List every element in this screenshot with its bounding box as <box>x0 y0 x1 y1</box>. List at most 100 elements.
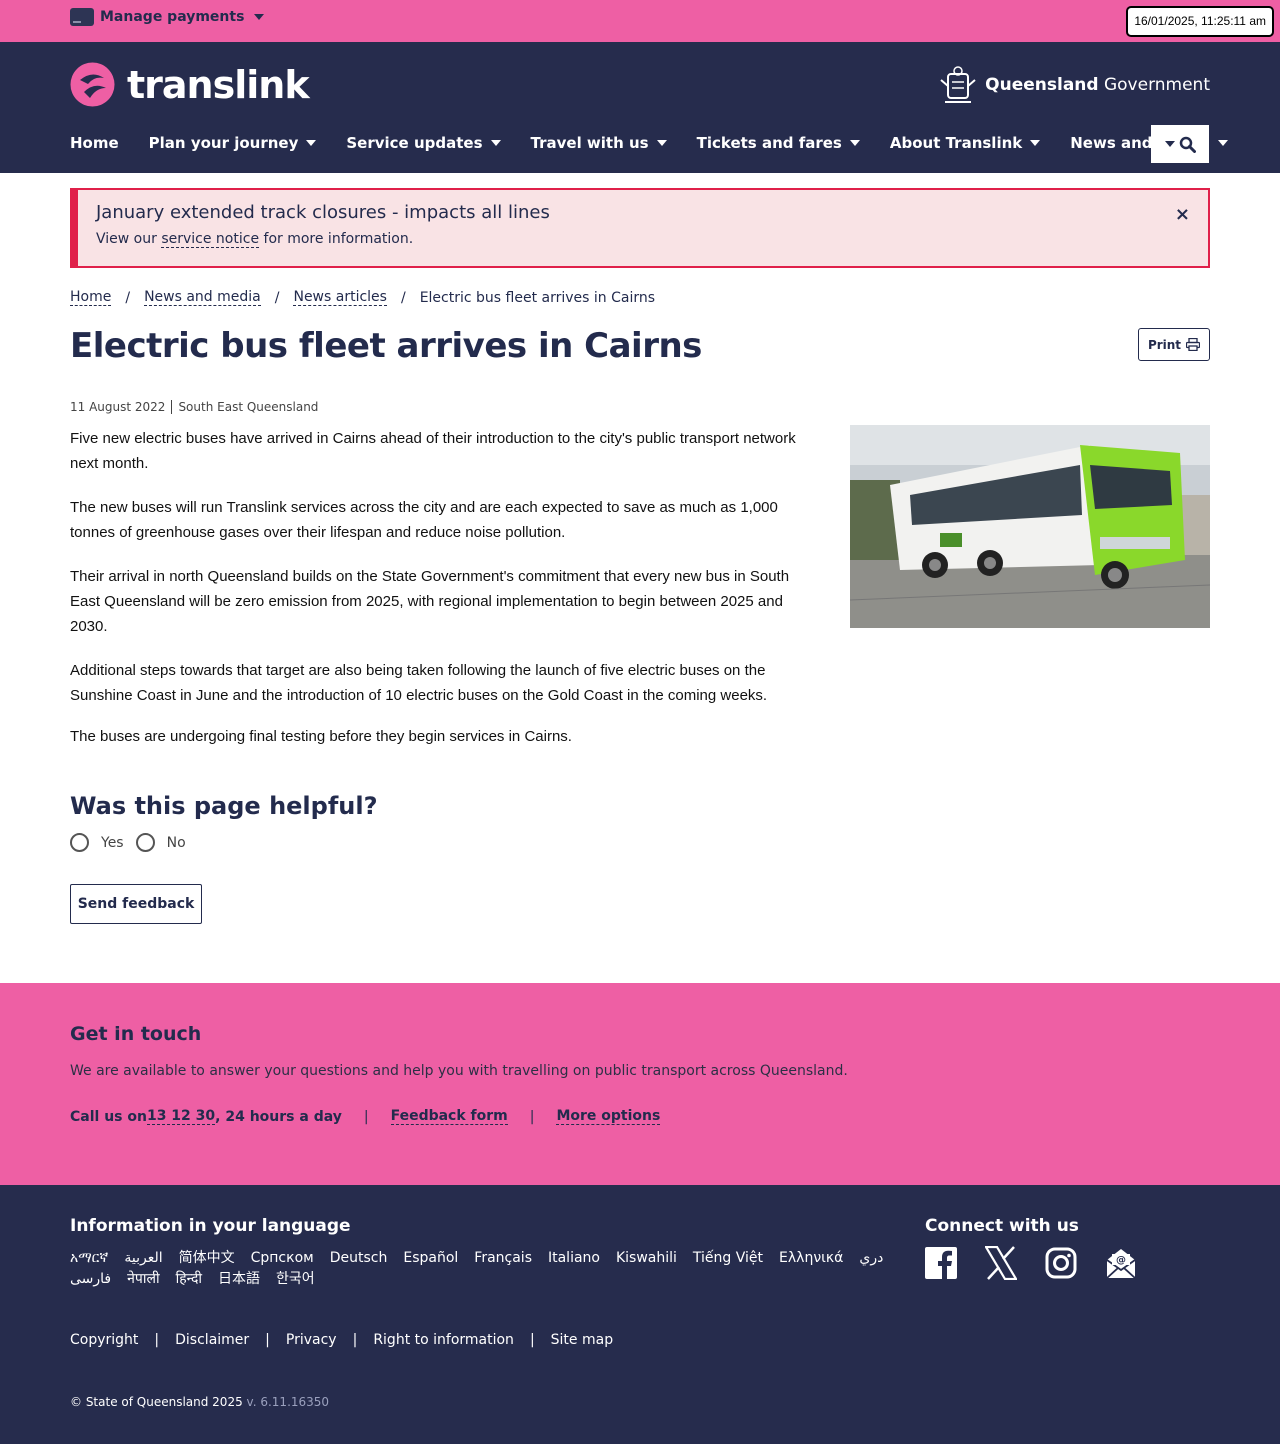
language-link[interactable]: العربية <box>124 1248 162 1269</box>
alert-body-text: View our <box>96 231 162 247</box>
disclaimer-link[interactable]: Disclaimer <box>175 1332 249 1348</box>
manage-payments-label: Manage payments <box>100 9 245 25</box>
call-text: Call us on <box>70 1108 147 1125</box>
breadcrumb-current: Electric bus fleet arrives in Cairns <box>419 289 656 306</box>
language-link[interactable]: हिन्दी <box>176 1269 202 1290</box>
copyright-text: © State of Queensland 2025 <box>70 1395 243 1409</box>
no-radio[interactable] <box>135 833 155 852</box>
instagram-icon[interactable] <box>1045 1246 1077 1280</box>
yes-radio[interactable] <box>70 833 89 852</box>
right-to-information-link[interactable]: Right to information <box>373 1332 514 1348</box>
nav-label: Service updates <box>346 134 483 152</box>
send-feedback-button[interactable]: Send feedback <box>70 884 202 924</box>
facebook-icon[interactable] <box>925 1246 957 1280</box>
language-link[interactable]: አማርኛ <box>70 1248 108 1269</box>
language-link[interactable]: नेपाली <box>127 1269 159 1290</box>
datetime-display: 16/01/2025, 11:25:11 am <box>1126 6 1274 37</box>
chevron-down-icon <box>1164 141 1175 147</box>
language-link[interactable]: Français <box>474 1248 532 1269</box>
article-meta: 11 August 2022 South East Queensland <box>70 400 318 414</box>
copyright-notice: © State of Queensland 2025 v. 6.11.16350 <box>70 1395 329 1409</box>
breadcrumb-separator: / <box>400 289 406 306</box>
search-button[interactable] <box>1151 125 1209 163</box>
nav-tickets-and-fares[interactable]: Tickets and fares <box>697 134 860 152</box>
search-icon <box>1179 136 1196 153</box>
breadcrumb-news-articles[interactable]: News articles <box>293 289 387 306</box>
bus-illustration <box>850 425 1210 628</box>
nav-service-updates[interactable]: Service updates <box>346 134 501 152</box>
queensland-government-logo[interactable]: Queensland Government <box>937 64 1210 106</box>
nav-label: Plan your journey <box>148 134 299 152</box>
language-link[interactable]: 日本語 <box>218 1269 260 1290</box>
gov-text: Queensland Government <box>985 75 1210 95</box>
breadcrumb-separator: / <box>125 289 131 306</box>
feedback-options: Yes No <box>70 833 198 852</box>
article-body: Five new electric buses have arrived in … <box>70 426 820 768</box>
language-link[interactable]: 한국어 <box>276 1269 315 1290</box>
site-header: translink Queensland Government Home Pla… <box>0 42 1280 173</box>
get-in-touch-section: Get in touch We are available to answer … <box>0 983 1280 1185</box>
article-paragraph: Five new electric buses have arrived in … <box>70 430 796 472</box>
language-link[interactable]: Kiswahili <box>616 1248 677 1269</box>
language-link[interactable]: Deutsch <box>330 1248 388 1269</box>
print-label: Print <box>1147 337 1182 352</box>
language-link[interactable]: فارسی <box>70 1269 111 1290</box>
nav-label: Travel with us <box>530 134 649 152</box>
article-paragraph: The new buses will run Translink service… <box>70 499 778 541</box>
chevron-down-icon <box>306 140 317 146</box>
language-list: አማርኛ العربية 简体中文 Српском Deutsch Españo… <box>70 1248 900 1290</box>
alert-body: View our service notice for more informa… <box>96 231 1190 248</box>
alert-body-text: for more information. <box>259 231 414 247</box>
top-utility-bar: Manage payments 16/01/2025, 11:25:11 am <box>0 0 1280 42</box>
electric-bus-image <box>850 425 1210 628</box>
version-text: v. 6.11.16350 <box>246 1395 330 1409</box>
pipe-separator: | <box>529 1332 535 1348</box>
site-map-link[interactable]: Site map <box>551 1332 613 1348</box>
x-icon[interactable] <box>985 1246 1017 1280</box>
breadcrumb-separator: / <box>274 289 280 306</box>
yes-label[interactable]: Yes <box>101 835 124 851</box>
main-nav: Home Plan your journey Service updates T… <box>70 134 1258 152</box>
language-link[interactable]: 简体中文 <box>179 1248 235 1269</box>
crest-icon <box>940 66 976 103</box>
manage-payments-menu[interactable]: Manage payments <box>70 8 265 26</box>
nav-plan-your-journey[interactable]: Plan your journey <box>149 134 317 152</box>
article-region: South East Queensland <box>178 400 319 414</box>
more-options-link[interactable]: More options <box>556 1108 661 1125</box>
chevron-down-icon <box>1217 140 1228 146</box>
nav-travel-with-us[interactable]: Travel with us <box>531 134 667 152</box>
language-link[interactable]: Español <box>403 1248 458 1269</box>
breadcrumb: Home / News and media / News articles / … <box>70 289 655 306</box>
chevron-down-icon <box>656 140 667 146</box>
copyright-link[interactable]: Copyright <box>70 1332 138 1348</box>
get-in-touch-description: We are available to answer your question… <box>70 1063 848 1079</box>
language-link[interactable]: دري <box>859 1248 883 1269</box>
legal-links: Copyright | Disclaimer | Privacy | Right… <box>70 1332 613 1348</box>
card-icon <box>70 8 94 26</box>
feedback-form-link[interactable]: Feedback form <box>390 1108 508 1125</box>
language-link[interactable]: Ελληνικά <box>779 1248 843 1269</box>
translink-logo[interactable]: translink <box>70 62 310 107</box>
alert-title: January extended track closures - impact… <box>96 202 550 223</box>
language-link[interactable]: Српском <box>251 1248 314 1269</box>
nav-home[interactable]: Home <box>70 134 119 152</box>
breadcrumb-home[interactable]: Home <box>70 289 112 306</box>
nav-label: Tickets and fares <box>696 134 842 152</box>
feedback-question: Was this page helpful? <box>70 792 378 820</box>
pipe-separator: | <box>363 1108 369 1125</box>
privacy-link[interactable]: Privacy <box>286 1332 337 1348</box>
print-button[interactable]: Print <box>1138 328 1210 361</box>
svg-text:@: @ <box>1116 1255 1126 1266</box>
gov-text-bold: Queensland <box>985 75 1099 95</box>
breadcrumb-news-and-media[interactable]: News and media <box>144 289 261 306</box>
email-icon[interactable]: @ <box>1105 1246 1137 1280</box>
site-footer: Information in your language አማርኛ العربي… <box>0 1185 1280 1444</box>
nav-about-translink[interactable]: About Translink <box>890 134 1041 152</box>
no-label[interactable]: No <box>167 835 186 851</box>
close-icon[interactable]: × <box>1175 204 1190 225</box>
service-notice-link[interactable]: service notice <box>161 231 260 248</box>
phone-link[interactable]: 13 12 30 <box>146 1108 216 1125</box>
language-link[interactable]: Italiano <box>548 1248 600 1269</box>
pipe-separator: | <box>265 1332 270 1348</box>
language-link[interactable]: Tiếng Việt <box>693 1248 763 1269</box>
